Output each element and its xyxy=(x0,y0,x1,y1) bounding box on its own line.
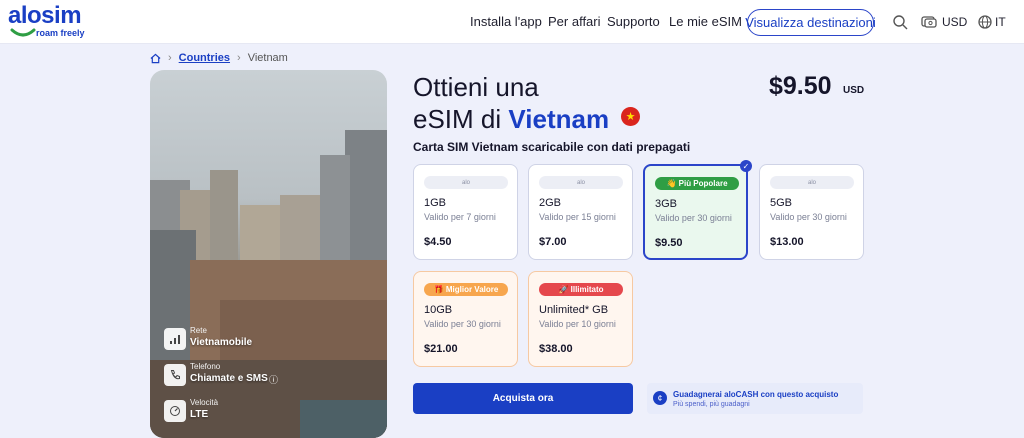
logo-wordmark: alosim xyxy=(8,2,82,29)
nav-business[interactable]: Per affari xyxy=(548,14,601,29)
spec-speed-value: LTE xyxy=(190,409,209,420)
nav-install-app[interactable]: Installa l'app xyxy=(470,14,542,29)
breadcrumb: › Countries › Vietnam xyxy=(150,51,288,65)
currency-selector[interactable]: USD xyxy=(942,15,967,29)
plan-data: Unlimited* GB xyxy=(539,304,609,316)
unlimited-badge: 🚀 Illimitato xyxy=(539,283,623,296)
page-title: Ottieni una eSIM di Vietnam xyxy=(413,71,609,135)
plan-validity: Valido per 30 giorni xyxy=(424,319,501,329)
breadcrumb-current: Vietnam xyxy=(247,52,288,64)
globe-icon[interactable] xyxy=(976,13,994,31)
title-line-1: Ottieni una xyxy=(413,72,539,102)
check-icon: ✓ xyxy=(740,160,752,172)
logo-tagline: roam freely xyxy=(36,28,85,38)
plan-price: $13.00 xyxy=(770,236,804,248)
currency-icon[interactable] xyxy=(920,13,938,31)
page-subtitle: Carta SIM Vietnam scaricabile con dati p… xyxy=(413,140,691,154)
spec-speed-label: Velocità xyxy=(190,398,219,407)
plan-data: 3GB xyxy=(655,198,678,210)
coins-icon: ¢ xyxy=(653,391,667,405)
chevron-right-icon: › xyxy=(237,52,241,64)
plan-card-unlimited[interactable]: 🚀 Illimitato Unlimited* GB Valido per 10… xyxy=(528,271,633,367)
spec-network-value: Vietnamobile xyxy=(190,337,253,348)
spec-speed: Velocità LTE xyxy=(164,398,364,428)
destination-photo: Rete Vietnamobile Telefono Chiamate e SM… xyxy=(150,70,387,438)
plan-badge: alo xyxy=(424,176,508,189)
top-navbar: alosim roam freely Installa l'app Per af… xyxy=(0,0,1024,44)
plan-validity: Valido per 7 giorni xyxy=(424,212,496,222)
alocash-banner: ¢ Guadagnerai aloCASH con questo acquist… xyxy=(647,383,863,414)
title-country: Vietnam xyxy=(508,104,610,134)
speed-icon xyxy=(164,400,186,422)
plan-price: $4.50 xyxy=(424,236,452,248)
plan-card-10gb[interactable]: 🎁 Miglior Valore 10GB Valido per 30 gior… xyxy=(413,271,518,367)
alosim-logo[interactable]: alosim roam freely xyxy=(8,4,98,40)
plan-data: 1GB xyxy=(424,197,447,209)
vietnam-flag-icon: ★ xyxy=(621,107,640,126)
smile-icon xyxy=(10,28,36,37)
plan-card-5gb[interactable]: alo 5GB Valido per 30 giorni $13.00 xyxy=(759,164,864,260)
signal-icon xyxy=(164,328,186,350)
language-selector[interactable]: IT xyxy=(995,15,1006,29)
chevron-right-icon: › xyxy=(168,52,172,64)
plan-data: 5GB xyxy=(770,197,793,209)
breadcrumb-countries[interactable]: Countries xyxy=(179,52,230,64)
plan-card-1gb[interactable]: alo 1GB Valido per 7 giorni $4.50 xyxy=(413,164,518,260)
plan-card-3gb[interactable]: ✓ 👋 Più Popolare 3GB Valido per 30 giorn… xyxy=(643,160,752,260)
spec-phone: Telefono Chiamate e SMS ⓘ xyxy=(164,362,364,392)
plan-badge: alo xyxy=(770,176,854,189)
nav-my-esims[interactable]: Le mie eSIM xyxy=(669,14,742,29)
plan-validity: Valido per 15 giorni xyxy=(539,212,616,222)
selected-price: $9.50 xyxy=(769,72,832,100)
price-currency: USD xyxy=(843,85,865,96)
phone-icon xyxy=(164,364,186,386)
info-icon[interactable]: ⓘ xyxy=(269,373,278,386)
alocash-title: Guadagnerai aloCASH con questo acquisto xyxy=(673,390,839,399)
plan-card-2gb[interactable]: alo 2GB Valido per 15 giorni $7.00 xyxy=(528,164,633,260)
view-destinations-button[interactable]: Visualizza destinazioni xyxy=(745,9,876,36)
spec-network: Rete Vietnamobile xyxy=(164,326,364,356)
plan-data: 10GB xyxy=(424,304,453,316)
title-prefix: eSIM di xyxy=(413,104,502,134)
popular-badge: 👋 Più Popolare xyxy=(655,177,739,190)
nav-support[interactable]: Supporto xyxy=(607,14,660,29)
search-icon[interactable] xyxy=(891,13,909,31)
plan-price: $7.00 xyxy=(539,236,567,248)
plan-validity: Valido per 10 giorni xyxy=(539,319,616,329)
plan-validity: Valido per 30 giorni xyxy=(770,212,847,222)
spec-network-label: Rete xyxy=(190,326,207,335)
plan-price: $21.00 xyxy=(424,343,458,355)
home-icon[interactable] xyxy=(150,53,161,64)
plan-price: $38.00 xyxy=(539,343,573,355)
alocash-subtitle: Più spendi, più guadagni xyxy=(673,401,750,408)
best-value-badge: 🎁 Miglior Valore xyxy=(424,283,508,296)
plan-badge: alo xyxy=(539,176,623,189)
buy-now-button[interactable]: Acquista ora xyxy=(413,383,633,414)
plan-price: $9.50 xyxy=(655,237,683,249)
spec-phone-value: Chiamate e SMS xyxy=(190,373,268,384)
spec-phone-label: Telefono xyxy=(190,362,221,371)
plan-data: 2GB xyxy=(539,197,562,209)
title-line-2: eSIM di Vietnam xyxy=(413,103,609,135)
plan-validity: Valido per 30 giorni xyxy=(655,213,732,223)
